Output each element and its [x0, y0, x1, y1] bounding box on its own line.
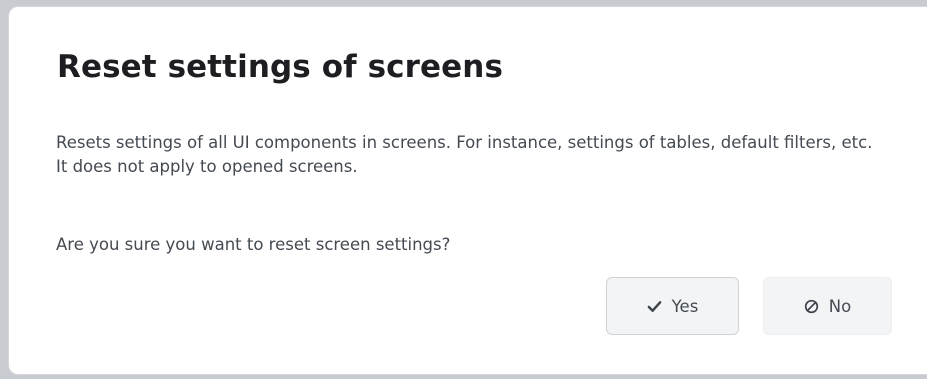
- ban-icon: [804, 298, 820, 314]
- dialog-description: Resets settings of all UI components in …: [56, 133, 873, 176]
- yes-button[interactable]: Yes: [606, 277, 739, 335]
- checkmark-icon: [647, 298, 663, 314]
- no-button[interactable]: No: [763, 277, 892, 335]
- no-button-label: No: [828, 296, 852, 316]
- yes-button-label: Yes: [671, 296, 699, 316]
- dialog-title: Reset settings of screens: [57, 49, 503, 85]
- dialog-question: Are you sure you want to reset screen se…: [56, 235, 451, 254]
- reset-settings-dialog: Reset settings of screens Resets setting…: [8, 6, 927, 375]
